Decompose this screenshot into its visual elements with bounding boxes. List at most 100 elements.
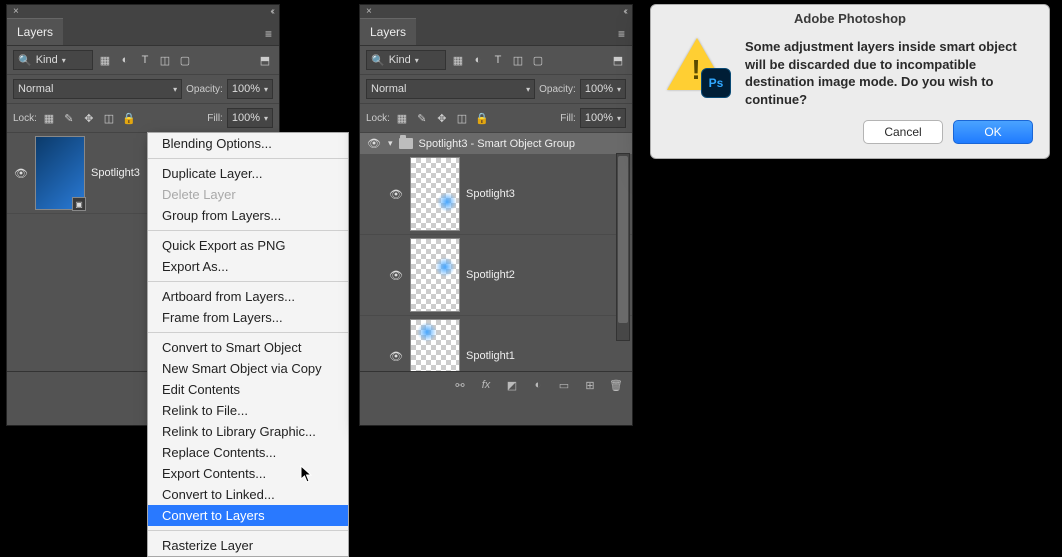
trash-icon[interactable]: 🗑 <box>608 377 624 393</box>
visibility-icon[interactable]: 👁 <box>388 188 404 201</box>
scrollbar[interactable] <box>616 153 630 341</box>
menu-item[interactable]: Duplicate Layer... <box>148 163 348 184</box>
menu-item[interactable]: Quick Export as PNG <box>148 235 348 256</box>
new-layer-icon[interactable]: ⊞ <box>582 377 598 393</box>
menu-item[interactable]: Rasterize Layer <box>148 535 348 556</box>
panel-menu-icon[interactable]: ≡ <box>258 23 279 45</box>
lock-paint-icon[interactable]: ✎ <box>61 110 77 126</box>
fill-input[interactable]: 100% ▾ <box>580 108 626 128</box>
menu-item[interactable]: Frame from Layers... <box>148 307 348 328</box>
filter-adjust-icon[interactable]: ◐ <box>470 52 486 68</box>
disclosure-icon[interactable]: ▾ <box>388 138 393 149</box>
panel-menu-icon[interactable]: ≡ <box>611 23 632 45</box>
menu-item[interactable]: Replace Contents... <box>148 442 348 463</box>
menu-item: Delete Layer <box>148 184 348 205</box>
lock-all-icon[interactable]: 🔒 <box>474 110 490 126</box>
lock-artboard-icon[interactable]: ◫ <box>454 110 470 126</box>
filter-shape-icon[interactable]: ◫ <box>157 52 173 68</box>
link-icon[interactable]: ⚯ <box>452 377 468 393</box>
menu-separator <box>148 158 348 159</box>
chevron-down-icon: ▾ <box>526 85 530 94</box>
menu-item[interactable]: Convert to Smart Object <box>148 337 348 358</box>
fill-input[interactable]: 100% ▾ <box>227 108 273 128</box>
filter-toggle-icon[interactable]: ⬒ <box>257 52 273 68</box>
fx-icon[interactable]: fx <box>478 377 494 393</box>
filter-smart-icon[interactable]: ▢ <box>177 52 193 68</box>
menu-item[interactable]: Group from Layers... <box>148 205 348 226</box>
group-icon[interactable]: ▭ <box>556 377 572 393</box>
tab-layers[interactable]: Layers <box>7 18 63 45</box>
filter-shape-icon[interactable]: ◫ <box>510 52 526 68</box>
lock-position-icon[interactable]: ✥ <box>81 110 97 126</box>
cancel-button[interactable]: Cancel <box>863 120 943 144</box>
search-icon: 🔍 <box>371 54 385 67</box>
menu-item[interactable]: Convert to Linked... <box>148 484 348 505</box>
menu-item[interactable]: Convert to Layers <box>148 505 348 526</box>
opacity-input[interactable]: 100% ▾ <box>227 79 273 99</box>
layer-name[interactable]: Spotlight3 <box>466 188 515 200</box>
layer-row[interactable]: 👁 Spotlight2 <box>360 235 632 316</box>
menu-separator <box>148 332 348 333</box>
kind-filter[interactable]: 🔍 Kind ▾ <box>13 50 93 70</box>
lock-transparency-icon[interactable]: ▦ <box>394 110 410 126</box>
kind-label: Kind <box>36 54 58 66</box>
collapse-icon[interactable]: ‹‹ <box>270 6 273 17</box>
layer-name[interactable]: Spotlight3 <box>91 167 140 179</box>
menu-separator <box>148 230 348 231</box>
filter-pixel-icon[interactable]: ▦ <box>450 52 466 68</box>
layer-thumbnail[interactable] <box>410 157 460 231</box>
lock-label: Lock: <box>366 113 390 124</box>
close-icon[interactable]: × <box>366 6 372 17</box>
menu-item[interactable]: Artboard from Layers... <box>148 286 348 307</box>
context-menu: Blending Options... Duplicate Layer...Del… <box>147 132 349 557</box>
menu-item[interactable]: New Smart Object via Copy <box>148 358 348 379</box>
mask-icon[interactable]: ◩ <box>504 377 520 393</box>
filter-toggle-icon[interactable]: ⬒ <box>610 52 626 68</box>
dialog-title: Adobe Photoshop <box>651 5 1049 30</box>
kind-filter[interactable]: 🔍 Kind ▾ <box>366 50 446 70</box>
layer-name[interactable]: Spotlight2 <box>466 269 515 281</box>
layer-thumbnail[interactable] <box>410 238 460 312</box>
opacity-input[interactable]: 100% ▾ <box>580 79 626 99</box>
tab-layers[interactable]: Layers <box>360 18 416 45</box>
menu-item[interactable]: Export As... <box>148 256 348 277</box>
dialog-message: Some adjustment layers inside smart obje… <box>745 38 1033 108</box>
layer-name[interactable]: Spotlight1 <box>466 350 515 362</box>
collapse-icon[interactable]: ‹‹ <box>623 6 626 17</box>
visibility-icon[interactable]: 👁 <box>388 350 404 363</box>
layer-thumbnail[interactable]: ▣ <box>35 136 85 210</box>
menu-item[interactable]: Relink to File... <box>148 400 348 421</box>
lock-paint-icon[interactable]: ✎ <box>414 110 430 126</box>
menu-item[interactable]: Edit Contents <box>148 379 348 400</box>
lock-position-icon[interactable]: ✥ <box>434 110 450 126</box>
filter-type-icon[interactable]: T <box>137 52 153 68</box>
filter-adjust-icon[interactable]: ◐ <box>117 52 133 68</box>
visibility-icon[interactable]: 👁 <box>13 167 29 180</box>
blend-mode-select[interactable]: Normal ▾ <box>13 79 182 99</box>
menu-separator <box>148 530 348 531</box>
visibility-icon[interactable]: 👁 <box>388 269 404 282</box>
layer-thumbnail[interactable] <box>410 319 460 371</box>
ok-button[interactable]: OK <box>953 120 1033 144</box>
lock-transparency-icon[interactable]: ▦ <box>41 110 57 126</box>
opacity-label: Opacity: <box>539 84 576 95</box>
lock-artboard-icon[interactable]: ◫ <box>101 110 117 126</box>
menu-item[interactable]: Export Contents... <box>148 463 348 484</box>
visibility-icon[interactable]: 👁 <box>366 137 382 150</box>
menu-item[interactable]: Relink to Library Graphic... <box>148 421 348 442</box>
group-name[interactable]: Spotlight3 - Smart Object Group <box>419 138 576 150</box>
folder-icon <box>399 138 413 149</box>
lock-all-icon[interactable]: 🔒 <box>121 110 137 126</box>
blend-mode-select[interactable]: Normal ▾ <box>366 79 535 99</box>
close-icon[interactable]: × <box>13 6 19 17</box>
menu-item[interactable]: Blending Options... <box>148 133 348 154</box>
layer-group-row[interactable]: 👁 ▾ Spotlight3 - Smart Object Group <box>360 133 632 154</box>
warning-dialog: Adobe Photoshop ! Ps Some adjustment lay… <box>650 4 1050 159</box>
adjustment-icon[interactable]: ◐ <box>530 377 546 393</box>
filter-pixel-icon[interactable]: ▦ <box>97 52 113 68</box>
filter-smart-icon[interactable]: ▢ <box>530 52 546 68</box>
filter-type-icon[interactable]: T <box>490 52 506 68</box>
fill-value: 100% <box>232 112 260 124</box>
layer-row[interactable]: 👁 Spotlight3 <box>360 154 632 235</box>
layer-row[interactable]: 👁 Spotlight1 <box>360 316 632 371</box>
